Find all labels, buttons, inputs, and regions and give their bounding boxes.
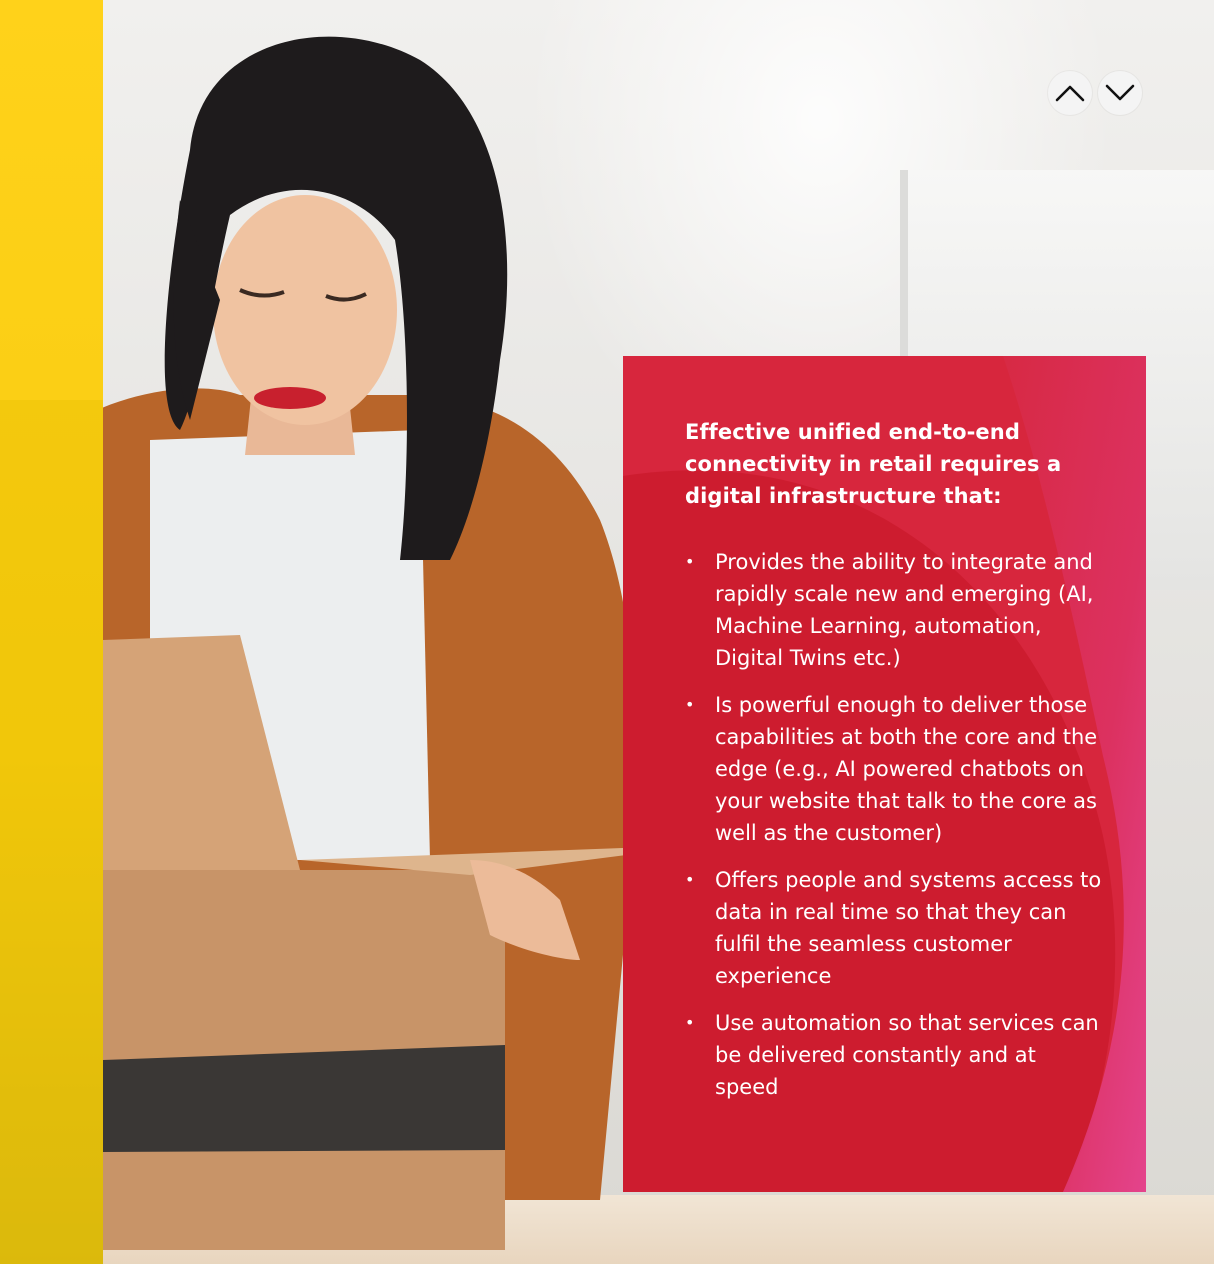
accent-yellow-overlay bbox=[0, 400, 103, 1264]
list-item: • Offers people and systems access to da… bbox=[685, 864, 1105, 992]
bullet-icon: • bbox=[685, 1013, 695, 1032]
list-item-text: Provides the ability to integrate and ra… bbox=[715, 550, 1094, 670]
chevron-up-icon bbox=[1055, 85, 1085, 102]
next-page-button[interactable] bbox=[1098, 71, 1142, 115]
bullet-icon: • bbox=[685, 870, 695, 889]
list-item: • Provides the ability to integrate and … bbox=[685, 546, 1105, 674]
chevron-down-icon bbox=[1105, 84, 1135, 101]
bullet-icon: • bbox=[685, 552, 695, 571]
list-item: • Is powerful enough to deliver those ca… bbox=[685, 689, 1105, 849]
page: Effective unified end-to-end connectivit… bbox=[0, 0, 1214, 1264]
list-item-text: Is powerful enough to deliver those capa… bbox=[715, 693, 1098, 845]
card-heading: Effective unified end-to-end connectivit… bbox=[685, 420, 1062, 508]
card-content: Effective unified end-to-end connectivit… bbox=[685, 416, 1105, 1118]
bullet-icon: • bbox=[685, 695, 695, 714]
info-card: Effective unified end-to-end connectivit… bbox=[623, 356, 1146, 1192]
requirements-list: • Provides the ability to integrate and … bbox=[685, 546, 1105, 1103]
list-item-text: Offers people and systems access to data… bbox=[715, 868, 1102, 988]
list-item: • Use automation so that services can be… bbox=[685, 1007, 1105, 1103]
list-item-text: Use automation so that services can be d… bbox=[715, 1011, 1099, 1099]
previous-page-button[interactable] bbox=[1048, 71, 1092, 115]
